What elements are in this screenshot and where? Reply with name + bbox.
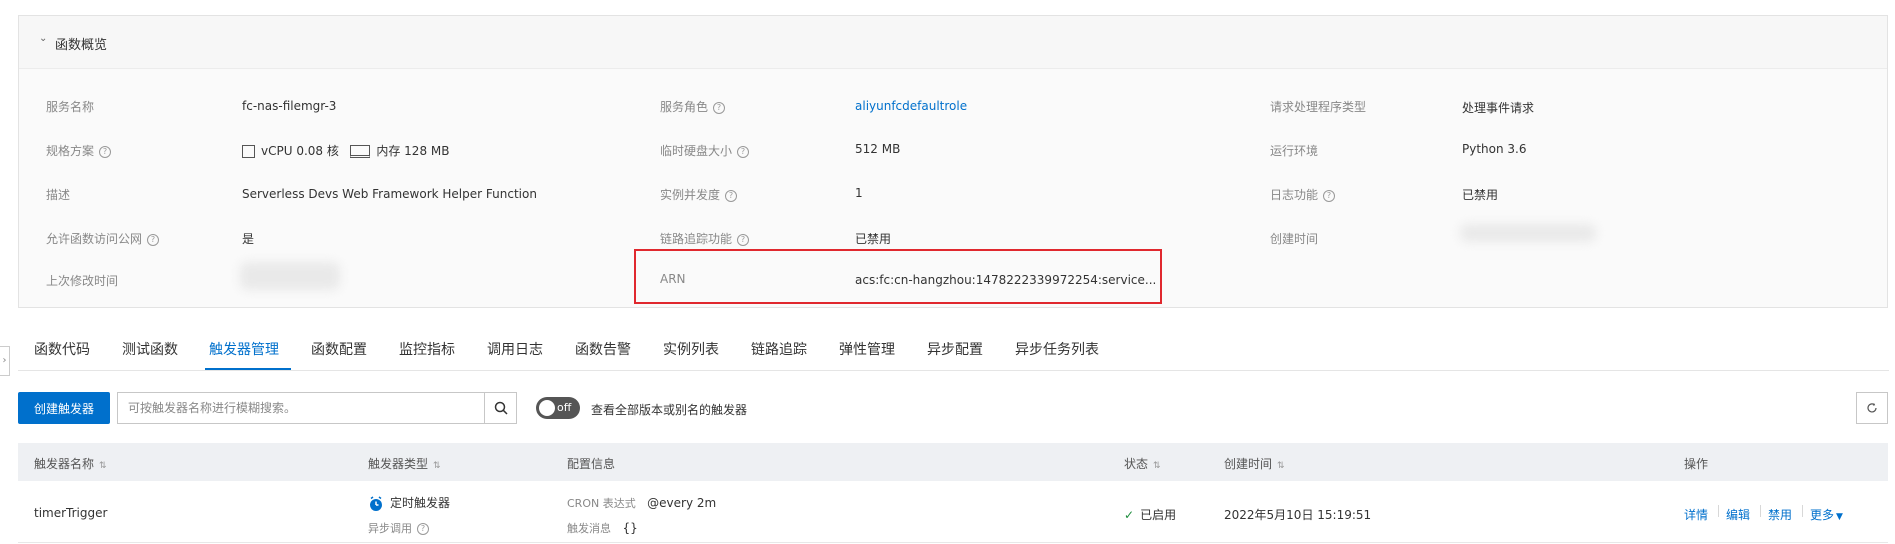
col-status[interactable]: 状态 ⇅: [1124, 455, 1161, 472]
create-trigger-button[interactable]: 创建触发器: [18, 392, 110, 424]
trigger-type: 定时触发器: [368, 494, 450, 512]
more-dropdown[interactable]: 更多 ▼: [1810, 506, 1843, 523]
handler-type-value: 处理事件请求: [1462, 101, 1535, 115]
tab-instances[interactable]: 实例列表: [663, 339, 719, 359]
edit-link[interactable]: 编辑: [1726, 506, 1750, 523]
tab-triggers[interactable]: 触发器管理: [209, 339, 279, 359]
spec-label: 规格方案?: [46, 142, 112, 159]
description-value: Serverless Devs Web Framework Helper Fun…: [242, 187, 537, 201]
search-button[interactable]: [484, 392, 517, 424]
help-icon[interactable]: ?: [725, 189, 738, 202]
tabs-divider: [18, 370, 1889, 371]
sort-icon: ⇅: [99, 461, 107, 471]
table-header: [18, 443, 1888, 481]
logging-label: 日志功能?: [1270, 186, 1336, 203]
trigger-message: 触发消息 {}: [567, 521, 638, 535]
tracing-label: 链路追踪功能?: [660, 230, 750, 247]
service-name-label: 服务名称: [46, 100, 95, 114]
description-label: 描述: [46, 188, 71, 202]
tab-logs[interactable]: 调用日志: [487, 339, 543, 359]
trigger-search-input[interactable]: [117, 392, 485, 424]
tab-test[interactable]: 测试函数: [122, 339, 178, 359]
search-icon: [494, 401, 508, 415]
tab-async-config[interactable]: 异步配置: [927, 339, 983, 359]
clock-icon: [370, 495, 382, 511]
help-icon[interactable]: ?: [147, 233, 160, 246]
disk-value: 512 MB: [855, 142, 901, 156]
handler-type-label: 请求处理程序类型: [1270, 100, 1367, 114]
logging-value: 已禁用: [1462, 188, 1499, 202]
tab-config[interactable]: 函数配置: [311, 339, 367, 359]
service-role-label: 服务角色?: [660, 98, 726, 115]
disk-label: 临时硬盘大小?: [660, 142, 750, 159]
check-icon: ✓: [1124, 508, 1135, 522]
service-name-value: fc-nas-filemgr-3: [242, 99, 337, 113]
action-separator: [1802, 505, 1803, 517]
modified-label: 上次修改时间: [46, 274, 119, 288]
service-role-link[interactable]: aliyunfcdefaultrole: [855, 99, 967, 113]
col-trigger-name[interactable]: 触发器名称 ⇅: [34, 455, 107, 472]
toggle-state-text: off: [557, 401, 572, 414]
help-icon[interactable]: ?: [1323, 189, 1336, 202]
chevron-down-icon[interactable]: ⌄: [39, 33, 47, 44]
redacted-modified-time: [240, 262, 340, 290]
internet-label: 允许函数访问公网?: [46, 230, 160, 247]
active-tab-indicator: [205, 368, 291, 370]
cron-config: CRON 表达式 @every 2m: [567, 496, 717, 510]
sort-icon: ⇅: [1277, 461, 1285, 471]
col-actions: 操作: [1684, 457, 1709, 471]
toggle-knob: [539, 400, 555, 416]
sort-icon: ⇅: [1153, 461, 1161, 471]
cpu-icon: [242, 145, 255, 158]
spec-value: vCPU 0.08 核 内存 128 MB: [242, 142, 449, 159]
arn-highlight-box: [634, 249, 1162, 304]
overview-header[interactable]: ⌄ 函数概览: [19, 16, 1887, 69]
help-icon[interactable]: ?: [713, 101, 726, 114]
redacted-created-time: [1460, 224, 1596, 242]
tab-alerts[interactable]: 函数告警: [575, 339, 631, 359]
all-versions-toggle[interactable]: off: [536, 397, 580, 419]
col-created[interactable]: 创建时间 ⇅: [1224, 455, 1285, 472]
memory-icon: [350, 145, 371, 158]
concurrency-value: 1: [855, 186, 863, 200]
toggle-label: 查看全部版本或别名的触发器: [591, 403, 748, 417]
row-divider: [18, 542, 1888, 543]
created-label: 创建时间: [1270, 232, 1319, 246]
help-icon[interactable]: ?: [417, 523, 429, 535]
col-trigger-type[interactable]: 触发器类型 ⇅: [368, 455, 441, 472]
disable-link[interactable]: 禁用: [1768, 506, 1792, 523]
internet-value: 是: [242, 232, 255, 246]
details-link[interactable]: 详情: [1684, 506, 1708, 523]
tab-tracing[interactable]: 链路追踪: [751, 339, 807, 359]
sort-icon: ⇅: [433, 461, 441, 471]
help-icon[interactable]: ?: [737, 145, 750, 158]
trigger-created-time: 2022年5月10日 15:19:51: [1224, 508, 1372, 522]
side-expand-arrow[interactable]: ›: [0, 346, 10, 376]
tab-metrics[interactable]: 监控指标: [399, 339, 455, 359]
runtime-label: 运行环境: [1270, 144, 1319, 158]
help-icon[interactable]: ?: [737, 233, 750, 246]
caret-down-icon: ▼: [1836, 512, 1843, 522]
help-icon[interactable]: ?: [99, 145, 112, 158]
refresh-button[interactable]: [1856, 392, 1888, 424]
invoke-mode: 异步调用?: [368, 520, 429, 536]
concurrency-label: 实例并发度?: [660, 186, 738, 203]
action-separator: [1760, 505, 1761, 517]
trigger-name: timerTrigger: [34, 506, 108, 520]
tracing-value: 已禁用: [855, 232, 892, 246]
status-badge: ✓ 已启用: [1124, 508, 1177, 522]
action-separator: [1718, 505, 1719, 517]
tab-code[interactable]: 函数代码: [34, 339, 90, 359]
runtime-value: Python 3.6: [1462, 142, 1527, 156]
col-config: 配置信息: [567, 457, 616, 471]
overview-title: 函数概览: [55, 38, 108, 53]
tab-async-tasks[interactable]: 异步任务列表: [1015, 339, 1099, 359]
tab-scaling[interactable]: 弹性管理: [839, 339, 895, 359]
refresh-icon: [1867, 403, 1877, 413]
